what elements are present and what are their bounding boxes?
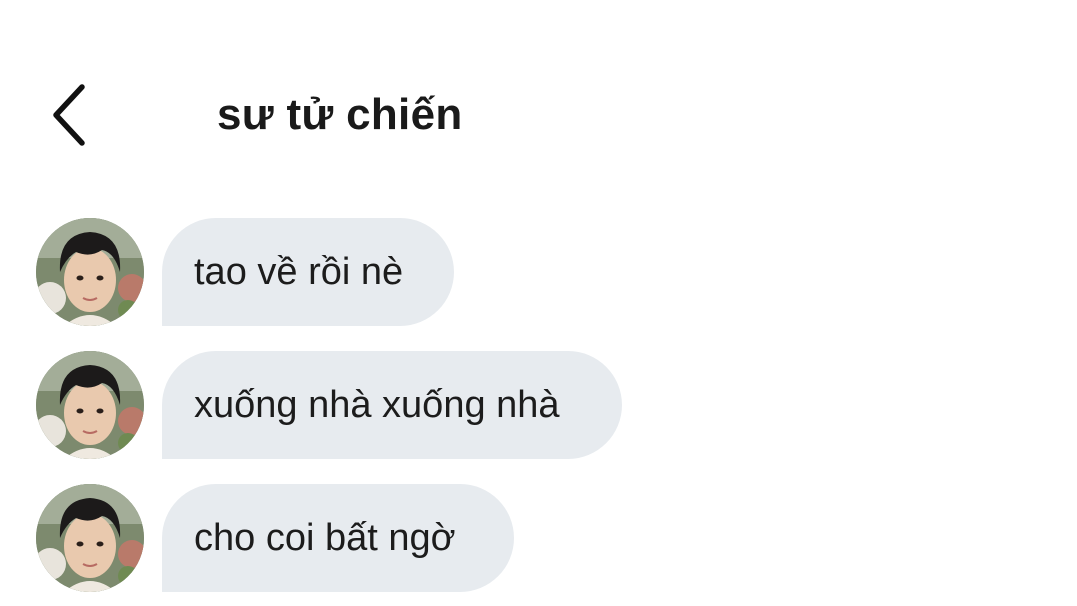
chat-title: sư tử chiến xyxy=(217,90,463,139)
message-row: cho coi bất ngờ xyxy=(0,484,1077,592)
chat-header: sư tử chiến xyxy=(0,70,1077,160)
message-bubble[interactable]: xuống nhà xuống nhà xyxy=(162,351,622,459)
message-bubble[interactable]: cho coi bất ngờ xyxy=(162,484,514,592)
avatar[interactable] xyxy=(36,218,144,326)
message-bubble[interactable]: tao về rồi nè xyxy=(162,218,454,326)
avatar-photo xyxy=(36,484,144,592)
message-row: tao về rồi nè xyxy=(0,218,1077,326)
message-row: xuống nhà xuống nhà xyxy=(0,351,1077,459)
chevron-left-icon xyxy=(53,84,85,146)
avatar[interactable] xyxy=(36,484,144,592)
avatar-photo xyxy=(36,351,144,459)
avatar-photo xyxy=(36,218,144,326)
avatar[interactable] xyxy=(36,351,144,459)
back-button[interactable] xyxy=(38,82,98,148)
